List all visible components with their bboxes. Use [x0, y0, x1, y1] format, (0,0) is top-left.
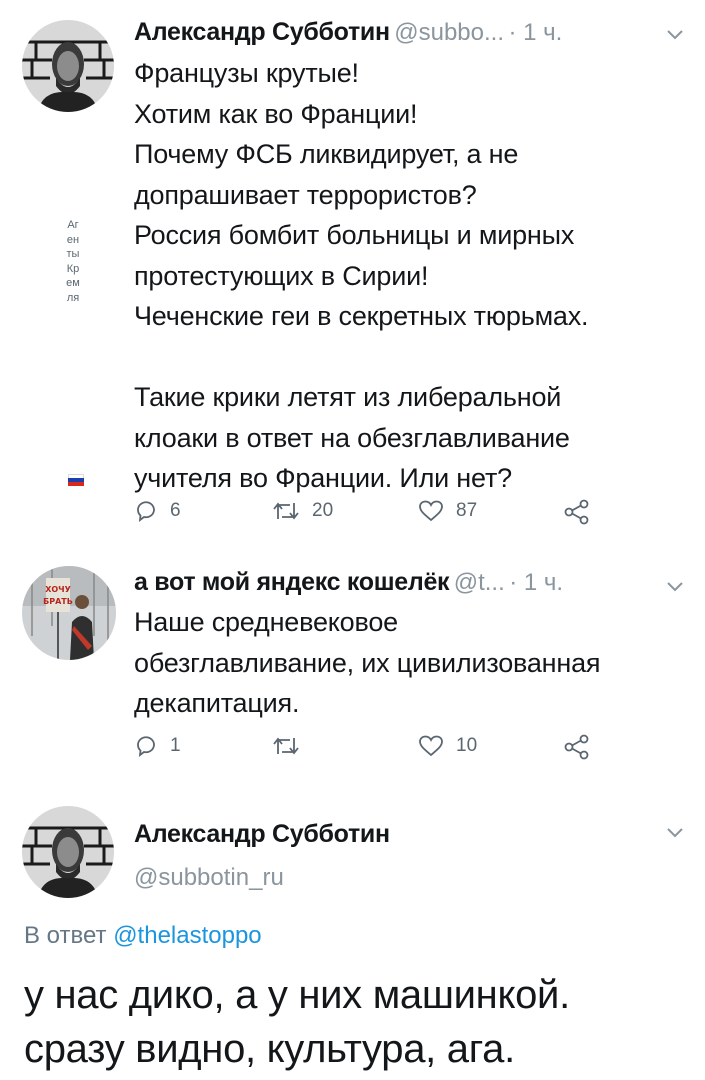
share-icon [564, 499, 589, 525]
avatar-image: ХОЧУ БРАТЬ [22, 566, 116, 660]
retweet-icon [273, 502, 299, 520]
avatar[interactable] [22, 20, 114, 112]
timestamp[interactable]: · 1 ч. [508, 19, 562, 46]
author-name[interactable]: а вот мой яндекс кошелёк [134, 568, 450, 596]
reply-button[interactable]: 6 [134, 499, 181, 523]
retweet-count: 20 [312, 500, 334, 521]
like-button[interactable]: 87 [418, 499, 477, 523]
tweet-actions: 1 10 [134, 734, 614, 768]
tweet-header: а вот мой яндекс кошелёк @t... · 1 ч. [134, 568, 563, 597]
avatar[interactable]: ХОЧУ БРАТЬ [22, 566, 116, 660]
retweet-button[interactable]: 20 [272, 499, 333, 523]
avatar-image [22, 20, 114, 112]
svg-text:БРАТЬ: БРАТЬ [43, 597, 73, 606]
timestamp[interactable]: · 1 ч. [509, 569, 563, 596]
side-label: Агенты Кремля [66, 219, 80, 304]
flag-icon [68, 474, 84, 486]
avatar[interactable] [22, 806, 114, 898]
share-icon [564, 734, 589, 760]
author-handle[interactable]: @subbo... [394, 19, 504, 46]
share-button[interactable] [564, 734, 590, 760]
tweet-text: Французы крутые! Хотим как во Франции! П… [134, 58, 589, 493]
author-handle[interactable]: @t... [454, 569, 505, 596]
avatar-image [22, 806, 114, 898]
reply-to-link[interactable]: @thelastoppo [113, 922, 261, 949]
heart-icon [419, 735, 443, 757]
reply-button[interactable]: 1 [134, 734, 181, 758]
tweet-text: у нас дико, а у них машинкой. сразу видн… [24, 973, 570, 1071]
author-name[interactable]: Александр Субботин [134, 820, 390, 849]
reply-context: В ответ @thelastoppo [24, 922, 262, 950]
retweet-button[interactable] [272, 734, 312, 758]
reply-prefix: В ответ [24, 922, 107, 949]
reply-count: 1 [170, 735, 181, 756]
reply-icon [137, 736, 155, 757]
author-name[interactable]: Александр Субботин [134, 18, 390, 46]
tweet-actions: 6 20 87 [134, 499, 614, 533]
like-count: 87 [456, 500, 478, 521]
heart-icon [419, 500, 443, 522]
chevron-down-icon[interactable] [666, 580, 684, 592]
chevron-down-icon[interactable] [666, 28, 684, 40]
chevron-down-icon[interactable] [666, 826, 684, 838]
like-button[interactable]: 10 [418, 734, 477, 758]
tweet-text: Наше средневековое обезглавливание, их ц… [134, 607, 601, 718]
reply-count: 6 [170, 500, 181, 521]
retweet-icon [273, 737, 299, 755]
author-handle[interactable]: @subbotin_ru [134, 864, 284, 892]
like-count: 10 [456, 735, 478, 756]
tweet-header: Александр Субботин @subbo... · 1 ч. [134, 18, 562, 47]
reply-icon [137, 501, 155, 522]
avatar-sign-text: ХОЧУ [45, 585, 71, 594]
share-button[interactable] [564, 499, 590, 525]
